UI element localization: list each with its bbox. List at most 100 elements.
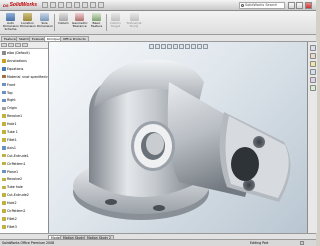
print-icon[interactable] — [66, 2, 72, 8]
open-icon[interactable] — [50, 2, 56, 8]
propertymanager-tab[interactable] — [8, 43, 14, 47]
tree-item[interactable]: Axis1 — [2, 145, 16, 151]
tree-item-label: Hole1 — [7, 122, 17, 127]
featuremanager-tab[interactable] — [1, 43, 7, 47]
tree-item[interactable]: CirPattern1 — [2, 161, 26, 167]
tree-item-label: Front — [7, 82, 16, 87]
datum-button[interactable]: Datum — [56, 13, 71, 32]
basic-feature-button[interactable]: Basic Feature — [89, 13, 104, 32]
tree-item[interactable]: Right — [2, 97, 16, 103]
tree-item[interactable]: Hole1 — [2, 121, 17, 127]
tree-item-label: CirPattern1 — [7, 161, 26, 166]
tree-item[interactable]: Plane1 — [2, 169, 18, 175]
tree-item[interactable]: Origin — [2, 105, 17, 111]
resources-icon[interactable] — [309, 45, 316, 51]
tree-item-label: Fillet1 — [7, 137, 17, 142]
feature-icon — [2, 114, 6, 118]
tree-item[interactable]: Hole2 — [2, 200, 17, 206]
tree-item[interactable]: Annotations — [2, 58, 27, 64]
status-mode: Editing Part — [250, 241, 269, 245]
feature-icon — [2, 161, 6, 166]
tree-item[interactable]: Equations — [2, 66, 23, 72]
tree-item-label: Cut-Extrude1 — [7, 153, 29, 158]
configurationmanager-tab[interactable] — [15, 43, 21, 47]
location-dimension-icon — [23, 13, 32, 21]
solidworks-logo[interactable]: DS SolidWorks — [3, 2, 37, 8]
tree-item[interactable]: Tube 1 — [2, 129, 18, 135]
graphics-viewport[interactable] — [49, 42, 307, 233]
command-manager: Auto Dimension Scheme Location Dimension… — [0, 11, 316, 35]
tree-item-label: Tube hole — [7, 185, 23, 190]
tree-item[interactable]: Cut-Extrude1 — [2, 153, 29, 159]
feature-icon — [2, 82, 6, 87]
feature-icon — [2, 122, 6, 126]
command-tabs: Features Sketch Evaluate DimXpert Office… — [0, 35, 316, 42]
file-explorer-icon[interactable] — [309, 61, 316, 67]
tree-item[interactable]: Material <not specified> — [2, 74, 48, 80]
tree-item[interactable]: Top — [2, 90, 13, 96]
search-input[interactable]: SolidWorks Search — [239, 1, 285, 9]
rebuild-icon[interactable] — [90, 2, 96, 8]
save-icon[interactable] — [58, 2, 64, 8]
feature-icon — [2, 74, 6, 79]
brand-name: SolidWorks — [9, 2, 37, 8]
tree-item[interactable]: elbo (Default) — [2, 50, 30, 56]
tree-item[interactable]: Front — [2, 82, 15, 88]
location-dimension-button[interactable]: Location Dimension — [20, 13, 36, 32]
command-label: Tolerance — [72, 24, 87, 29]
feature-icon — [2, 51, 6, 55]
dimxpertmanager-tab[interactable] — [22, 43, 28, 47]
task-pane — [307, 42, 317, 233]
command-label: Dimension — [20, 24, 36, 29]
tree-item-label: Origin — [7, 106, 17, 111]
select-icon[interactable] — [82, 2, 88, 8]
tree-item[interactable]: Cut-Extrude2 — [2, 192, 29, 198]
view-palette-icon[interactable] — [309, 77, 316, 83]
new-document-icon[interactable] — [42, 2, 48, 8]
help-button[interactable] — [288, 1, 295, 9]
appearances-icon[interactable] — [309, 85, 316, 91]
auto-dimension-icon — [6, 13, 15, 21]
feature-icon — [2, 106, 6, 111]
tree-item-label: Axis1 — [7, 145, 16, 150]
tree-item-label: Plane1 — [7, 169, 19, 174]
auto-dimension-scheme-button[interactable]: Auto Dimension Scheme — [3, 13, 19, 32]
tree-item-label: Top — [7, 90, 13, 95]
minimize-button[interactable] — [296, 1, 303, 9]
datum-target-icon — [111, 13, 120, 21]
command-label: Study — [129, 24, 139, 29]
feature-icon — [2, 177, 6, 182]
command-label: Target — [110, 24, 121, 29]
search-placeholder: SolidWorks Search — [245, 2, 278, 7]
feature-icon — [2, 169, 6, 174]
geometric-tolerance-button[interactable]: Geometric Tolerance — [72, 13, 88, 32]
design-library-icon[interactable] — [309, 53, 316, 59]
tree-item[interactable]: Fillet3 — [2, 224, 17, 230]
options-icon[interactable] — [98, 2, 104, 8]
feature-icon — [2, 209, 6, 213]
tree-item[interactable]: CirPattern2 — [2, 208, 26, 214]
size-dimension-button[interactable]: Size Dimension — [37, 13, 53, 32]
tree-item-label: Fillet3 — [7, 224, 17, 229]
close-button[interactable] — [305, 1, 312, 9]
help-icon[interactable] — [300, 241, 304, 245]
tree-item[interactable]: Tube hole — [2, 184, 23, 190]
tree-item[interactable]: Revolve2 — [2, 176, 22, 182]
feature-manager-tree: elbo (Default) Annotations Equations Materi… — [0, 42, 49, 233]
tree-item-label: elbo (Default) — [7, 51, 30, 55]
tree-item-label: Cut-Extrude2 — [7, 193, 29, 198]
command-label: Dimension — [37, 24, 53, 29]
tab-office-products[interactable]: Office Products — [60, 35, 89, 41]
feature-icon — [2, 98, 6, 103]
tolanalyst-icon — [129, 13, 139, 21]
datum-target-button[interactable]: Datum Target — [108, 13, 123, 32]
tree-item[interactable]: Revolve1 — [2, 113, 22, 119]
undo-icon[interactable] — [74, 2, 80, 8]
elbow-part-model[interactable] — [49, 42, 307, 233]
search-icon — [241, 3, 244, 7]
command-label: Scheme — [4, 27, 17, 32]
tolanalyst-study-button[interactable]: TolAnalyst Study — [125, 13, 143, 32]
tree-item[interactable]: Fillet2 — [2, 216, 17, 222]
search-results-icon[interactable] — [309, 69, 316, 75]
tree-item[interactable]: Fillet1 — [2, 137, 17, 143]
